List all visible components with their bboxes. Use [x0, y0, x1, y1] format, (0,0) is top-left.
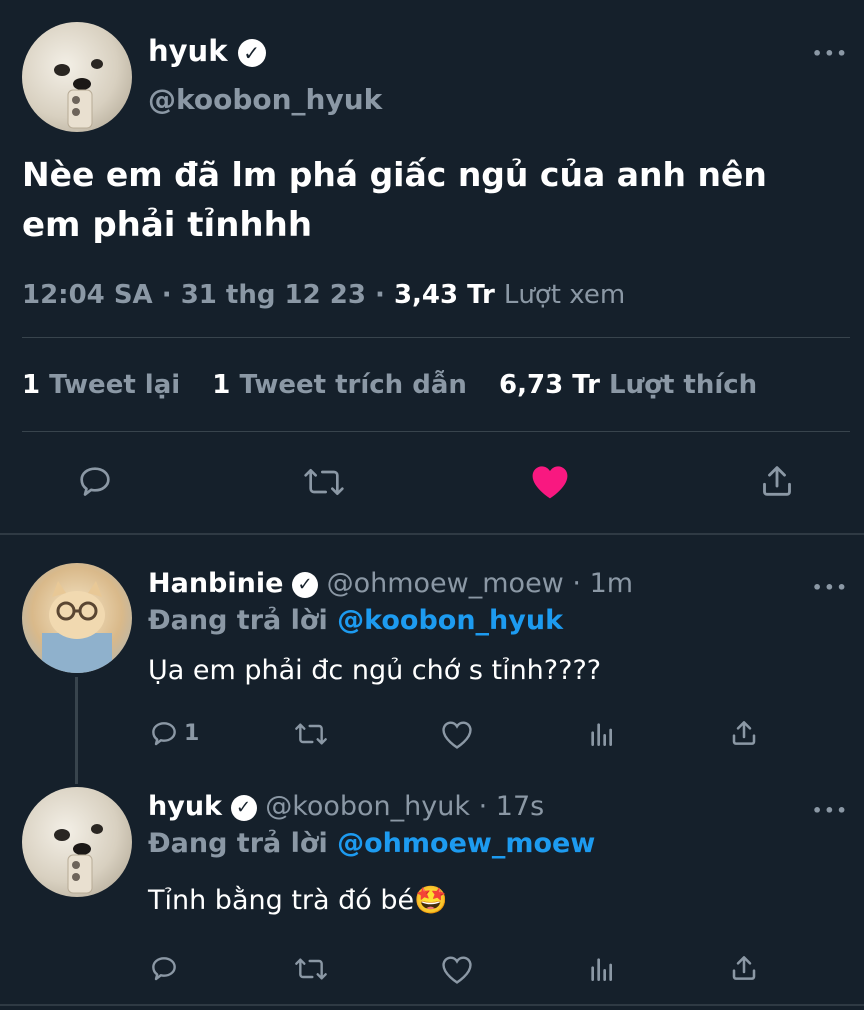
- verified-badge-icon: ✓: [292, 571, 319, 598]
- retweets-label: Tweet lại: [49, 370, 181, 400]
- reply-icon[interactable]: [148, 953, 180, 985]
- replying-to-link[interactable]: @koobon_hyuk: [337, 605, 563, 636]
- replying-to-label: Đang trả lời: [148, 828, 328, 859]
- reply-author-handle[interactable]: @ohmoew_moew: [327, 568, 564, 599]
- tweet-time[interactable]: 12:04 SA: [22, 280, 153, 310]
- more-options-icon[interactable]: •••: [812, 578, 849, 597]
- retweets-count: 1: [22, 370, 41, 400]
- reply-age: 1m: [589, 568, 634, 599]
- divider: [22, 431, 850, 432]
- reply-icon[interactable]: [148, 718, 180, 750]
- divider: [22, 337, 850, 338]
- replying-to-link[interactable]: @ohmoew_moew: [337, 828, 595, 859]
- separator: ·: [572, 568, 581, 599]
- share-icon[interactable]: [728, 952, 760, 984]
- avatar[interactable]: [22, 22, 132, 132]
- stat-likes[interactable]: 6,73 Tr Lượt thích: [499, 370, 757, 400]
- reply-text: Tỉnh bằng trà đó bé🤩: [148, 885, 448, 916]
- reply-count: 1: [184, 721, 200, 746]
- likes-count: 6,73 Tr: [499, 370, 600, 400]
- views-label: Lượt xem: [503, 280, 626, 310]
- replying-to-label: Đang trả lời: [148, 605, 328, 636]
- retweet-icon[interactable]: [293, 953, 329, 985]
- separator: ·: [375, 280, 385, 310]
- avatar-image: [54, 59, 103, 129]
- avatar[interactable]: [22, 787, 132, 897]
- reply-text: Ụa em phải đc ngủ chớ s tỉnh????: [148, 655, 602, 686]
- quotes-count: 1: [212, 370, 231, 400]
- tweet-date[interactable]: 31 thg 12 23: [181, 280, 366, 310]
- tweet-text-line-2: em phải tỉnhhh: [22, 205, 313, 245]
- reply-author-name[interactable]: hyuk: [148, 791, 222, 822]
- verified-badge-icon: ✓: [230, 794, 257, 821]
- retweet-icon[interactable]: [302, 462, 346, 502]
- separator: ·: [478, 791, 488, 822]
- like-icon[interactable]: [440, 718, 474, 750]
- thread-line: [75, 677, 78, 784]
- share-icon[interactable]: [728, 717, 760, 749]
- like-icon[interactable]: [440, 953, 474, 985]
- separator: ·: [161, 280, 172, 310]
- reply-author-name[interactable]: Hanbinie: [148, 568, 283, 599]
- tweet-meta: 12:04 SA · 31 thg 12 23 · 3,43 Tr Lượt x…: [22, 277, 625, 313]
- avatar[interactable]: [22, 563, 132, 673]
- analytics-icon[interactable]: [586, 953, 618, 985]
- views-count: 3,43 Tr: [393, 280, 495, 310]
- stat-quotes[interactable]: 1 Tweet trích dẫn: [212, 370, 476, 400]
- quotes-label: Tweet trích dẫn: [239, 370, 467, 400]
- more-options-icon[interactable]: •••: [812, 44, 849, 63]
- avatar-image: [54, 824, 103, 894]
- likes-label: Lượt thích: [609, 370, 758, 400]
- tweet-text-line-1: Nèe em đã lm phá giấc ngủ của anh nên: [22, 155, 767, 194]
- more-options-icon[interactable]: •••: [812, 801, 849, 820]
- like-icon[interactable]: [528, 460, 572, 502]
- author-name[interactable]: hyuk: [148, 34, 227, 68]
- reply-icon[interactable]: [75, 462, 115, 502]
- retweet-icon[interactable]: [293, 718, 329, 750]
- divider: [0, 1004, 864, 1006]
- stat-retweets[interactable]: 1 Tweet lại: [22, 370, 189, 400]
- tweet-stats: 1 Tweet lại 1 Tweet trích dẫn 6,73 Tr Lư…: [22, 367, 757, 403]
- analytics-icon[interactable]: [586, 718, 618, 750]
- reply-author-handle[interactable]: @koobon_hyuk: [265, 791, 470, 822]
- author-handle[interactable]: @koobon_hyuk: [148, 82, 382, 118]
- share-icon[interactable]: [757, 461, 797, 501]
- avatar-image: [42, 581, 112, 673]
- tweet-text: Nèe em đã lm phá giấc ngủ của anh nên em…: [22, 150, 852, 250]
- reply-age: 17s: [495, 791, 545, 822]
- verified-badge-icon: ✓: [237, 39, 266, 67]
- divider: [0, 533, 864, 535]
